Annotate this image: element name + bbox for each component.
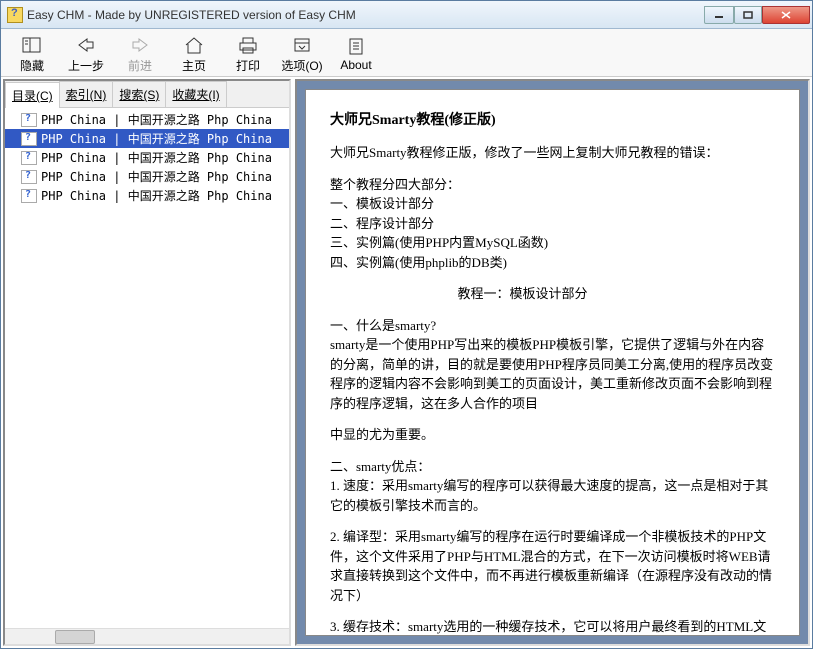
tree-item-label: PHP China | 中国开源之路 Php China: [41, 111, 272, 128]
titlebar[interactable]: Easy CHM - Made by UNREGISTERED version …: [1, 1, 812, 29]
tree-item-label: PHP China | 中国开源之路 Php China: [41, 168, 272, 185]
tree-item-label: PHP China | 中国开源之路 Php China: [41, 187, 272, 204]
tree-item[interactable]: PHP China | 中国开源之路 Php China: [5, 110, 289, 129]
sidebar-tabs: 目录(C) 索引(N) 搜索(S) 收藏夹(I): [5, 81, 289, 108]
app-window: Easy CHM - Made by UNREGISTERED version …: [0, 0, 813, 649]
tree-item-label: PHP China | 中国开源之路 Php China: [41, 130, 272, 147]
tab-search[interactable]: 搜索(S): [112, 81, 166, 107]
workarea: 目录(C) 索引(N) 搜索(S) 收藏夹(I) PHP China | 中国开…: [1, 77, 812, 648]
options-button[interactable]: 选项(O): [275, 31, 329, 74]
help-page-icon: [21, 189, 37, 203]
minimize-button[interactable]: [704, 6, 734, 24]
tree-item[interactable]: PHP China | 中国开源之路 Php China: [5, 129, 289, 148]
q2: 二、smarty优点： 1. 速度：采用smarty编写的程序可以获得最大速度的…: [330, 457, 775, 516]
doc-title: 大师兄Smarty教程(修正版): [330, 110, 775, 131]
close-button[interactable]: [762, 6, 810, 24]
toolbar: 隐藏 上一步 前进 主页 打印 选项(O) About: [1, 29, 812, 77]
tab-favorites[interactable]: 收藏夹(I): [165, 81, 226, 107]
about-button[interactable]: About: [329, 31, 383, 74]
scrollbar-thumb[interactable]: [55, 630, 95, 644]
q1: 一、什么是smarty? smarty是一个使用PHP写出来的模板PHP模板引擎…: [330, 316, 775, 414]
home-icon: [183, 34, 205, 56]
tree-item[interactable]: PHP China | 中国开源之路 Php China: [5, 186, 289, 205]
tab-contents[interactable]: 目录(C): [5, 82, 60, 108]
tree-item[interactable]: PHP China | 中国开源之路 Php China: [5, 148, 289, 167]
document-body[interactable]: 大师兄Smarty教程(修正版) 大师兄Smarty教程修正版，修改了一些网上复…: [305, 89, 800, 636]
doc-parts: 整个教程分四大部分： 一、模板设计部分 二、程序设计部分 三、实例篇(使用PHP…: [330, 175, 775, 273]
about-icon: [345, 35, 367, 57]
sidebar: 目录(C) 索引(N) 搜索(S) 收藏夹(I) PHP China | 中国开…: [3, 79, 291, 646]
maximize-button[interactable]: [734, 6, 762, 24]
window-title: Easy CHM - Made by UNREGISTERED version …: [27, 8, 704, 22]
content-pane: 大师兄Smarty教程(修正版) 大师兄Smarty教程修正版，修改了一些网上复…: [295, 79, 810, 646]
print-icon: [237, 34, 259, 56]
adv3: 3. 缓存技术：smarty选用的一种缓存技术，它可以将用户最终看到的HTML文…: [330, 617, 775, 636]
tree-item-label: PHP China | 中国开源之路 Php China: [41, 149, 272, 166]
back-icon: [75, 34, 97, 56]
home-button[interactable]: 主页: [167, 31, 221, 74]
print-button[interactable]: 打印: [221, 31, 275, 74]
forward-button: 前进: [113, 31, 167, 74]
help-page-icon: [21, 170, 37, 184]
doc-intro: 大师兄Smarty教程修正版，修改了一些网上复制大师兄教程的错误：: [330, 143, 775, 163]
tab-index[interactable]: 索引(N): [59, 81, 114, 107]
hide-icon: [21, 34, 43, 56]
help-page-icon: [21, 113, 37, 127]
sidebar-hscrollbar[interactable]: [5, 628, 289, 644]
hide-button[interactable]: 隐藏: [5, 31, 59, 74]
help-page-icon: [21, 132, 37, 146]
adv2: 2. 编译型：采用smarty编写的程序在运行时要编译成一个非模板技术的PHP文…: [330, 527, 775, 605]
contents-tree[interactable]: PHP China | 中国开源之路 Php China PHP China | …: [5, 108, 289, 628]
help-page-icon: [21, 151, 37, 165]
q1-tail: 中显的尤为重要。: [330, 425, 775, 445]
app-icon: [7, 7, 23, 23]
forward-icon: [129, 34, 151, 56]
options-icon: [291, 34, 313, 56]
section-heading: 教程一：模板设计部分: [330, 284, 775, 304]
tree-item[interactable]: PHP China | 中国开源之路 Php China: [5, 167, 289, 186]
back-button[interactable]: 上一步: [59, 31, 113, 74]
